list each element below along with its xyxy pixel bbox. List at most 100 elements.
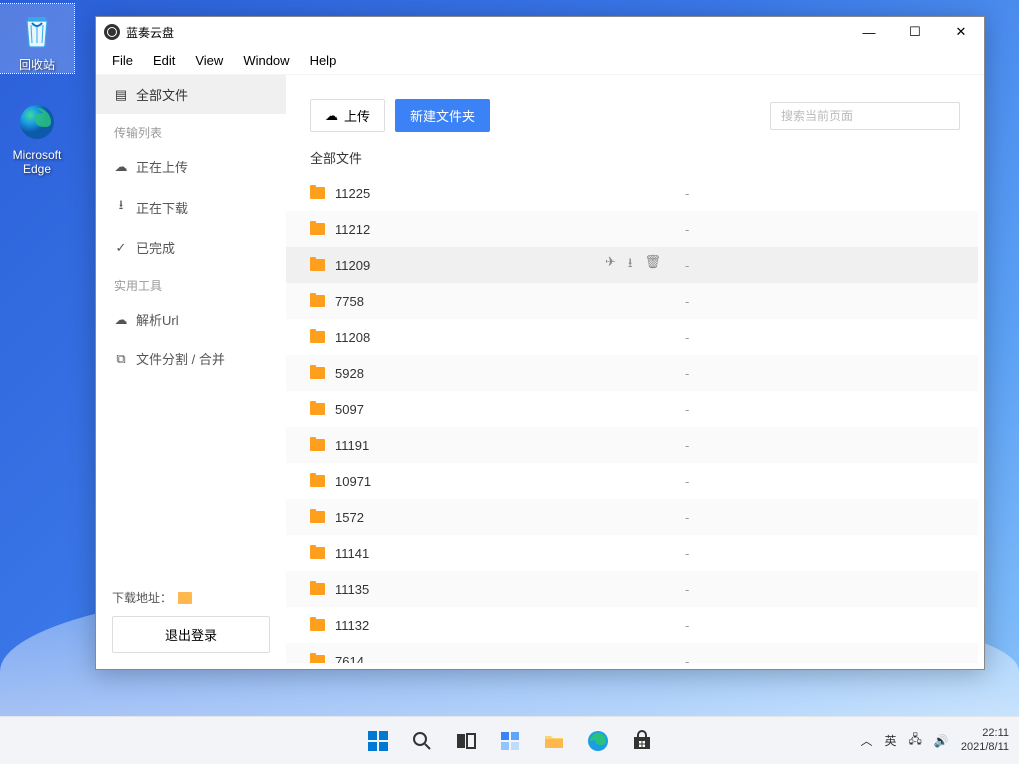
desktop-icon-recycle-bin[interactable]: 回收站: [0, 4, 74, 73]
file-row[interactable]: 5928✈⭳🗑-: [286, 355, 978, 391]
minimize-button[interactable]: —: [846, 17, 892, 47]
breadcrumb[interactable]: 全部文件: [286, 148, 984, 175]
file-name: 1572: [335, 510, 605, 525]
file-row[interactable]: 7614✈⭳🗑-: [286, 643, 978, 663]
taskbar: ︿ 英 🖧 🔊 22:11 2021/8/11: [0, 716, 1019, 764]
menubar: File Edit View Window Help: [96, 47, 984, 75]
logout-button[interactable]: 退出登录: [112, 616, 270, 653]
menu-help[interactable]: Help: [300, 49, 347, 72]
folder-icon: [310, 475, 325, 487]
file-list[interactable]: 11225✈⭳🗑-11212✈⭳🗑-11209✈⭳🗑-7758✈⭳🗑-11208…: [286, 175, 978, 663]
download-icon: ⭳: [114, 196, 128, 218]
tray-network-icon[interactable]: 🖧: [909, 730, 922, 751]
file-row[interactable]: 11132✈⭳🗑-: [286, 607, 978, 643]
folder-icon: [310, 331, 325, 343]
share-icon[interactable]: ✈: [605, 254, 616, 276]
sidebar-item-completed[interactable]: ✓ 已完成: [96, 228, 286, 267]
maximize-button[interactable]: ☐: [892, 17, 938, 47]
delete-icon[interactable]: 🗑: [644, 254, 661, 276]
file-row[interactable]: 1572✈⭳🗑-: [286, 499, 978, 535]
tray-date: 2021/8/11: [961, 741, 1009, 754]
file-row[interactable]: 11191✈⭳🗑-: [286, 427, 978, 463]
sidebar-item-parse-url[interactable]: ☁ 解析Url: [96, 300, 286, 339]
menu-window[interactable]: Window: [233, 49, 299, 72]
folder-icon: [542, 729, 566, 753]
files-icon: ▤: [114, 87, 128, 103]
file-name: 7614: [335, 654, 605, 664]
sidebar-item-file-split[interactable]: ⧉ 文件分割 / 合并: [96, 339, 286, 378]
link-icon: ☁: [114, 312, 128, 328]
file-name: 11135: [335, 582, 605, 597]
file-size: -: [685, 474, 689, 489]
store-icon: [630, 729, 654, 753]
start-button[interactable]: [358, 721, 398, 761]
download-icon[interactable]: ⭳: [628, 254, 633, 276]
file-row[interactable]: 10971✈⭳🗑-: [286, 463, 978, 499]
file-row[interactable]: 11209✈⭳🗑-: [286, 247, 978, 283]
file-name: 11212: [335, 222, 605, 237]
file-size: -: [685, 438, 689, 453]
download-addr-label: 下载地址：: [112, 589, 172, 606]
desktop-icon-label: Microsoft Edge: [0, 148, 74, 176]
taskbar-edge[interactable]: [578, 721, 618, 761]
file-name: 11209: [335, 258, 605, 273]
file-row[interactable]: 11135✈⭳🗑-: [286, 571, 978, 607]
folder-icon: [310, 583, 325, 595]
titlebar[interactable]: 蓝奏云盘 — ☐ ✕: [96, 17, 984, 47]
tray-clock[interactable]: 22:11 2021/8/11: [961, 727, 1009, 753]
upload-button[interactable]: ☁ 上传: [310, 99, 385, 132]
file-name: 11141: [335, 546, 605, 561]
file-row[interactable]: 11225✈⭳🗑-: [286, 175, 978, 211]
menu-file[interactable]: File: [102, 49, 143, 72]
file-size: -: [685, 582, 689, 597]
sidebar-item-label: 文件分割 / 合并: [136, 349, 225, 368]
new-folder-button[interactable]: 新建文件夹: [395, 99, 490, 132]
sidebar-item-label: 已完成: [136, 238, 175, 257]
taskbar-store[interactable]: [622, 721, 662, 761]
recycle-bin-icon: [15, 8, 59, 52]
sidebar-item-uploading[interactable]: ☁ 正在上传: [96, 147, 286, 186]
file-name: 7758: [335, 294, 605, 309]
file-row[interactable]: 5097✈⭳🗑-: [286, 391, 978, 427]
sidebar-item-label: 全部文件: [136, 85, 188, 104]
sidebar-header-tools: 实用工具: [96, 267, 286, 300]
split-icon: ⧉: [114, 351, 128, 367]
file-size: -: [685, 654, 689, 664]
edge-icon: [15, 100, 59, 144]
app-icon: [104, 24, 120, 40]
file-row[interactable]: 11208✈⭳🗑-: [286, 319, 978, 355]
menu-view[interactable]: View: [185, 49, 233, 72]
sidebar: ▤ 全部文件 传输列表 ☁ 正在上传 ⭳ 正在下载 ✓ 已完成 实用工具 ☁ 解…: [96, 75, 286, 669]
sidebar-item-all-files[interactable]: ▤ 全部文件: [96, 75, 286, 114]
file-row[interactable]: 11212✈⭳🗑-: [286, 211, 978, 247]
tray-ime[interactable]: 英: [885, 732, 897, 749]
tray-chevron-up-icon[interactable]: ︿: [861, 732, 873, 749]
file-name: 11208: [335, 330, 605, 345]
search-input[interactable]: [770, 102, 960, 130]
file-row[interactable]: 11141✈⭳🗑-: [286, 535, 978, 571]
desktop-icon-label: 回收站: [0, 56, 74, 73]
sidebar-header-transfer: 传输列表: [96, 114, 286, 147]
taskbar-search[interactable]: [402, 721, 442, 761]
sidebar-item-label: 正在上传: [136, 157, 188, 176]
main-panel: ☁ 上传 新建文件夹 全部文件 11225✈⭳🗑-11212✈⭳🗑- 11209✈…: [286, 75, 984, 669]
file-size: -: [685, 294, 689, 309]
tray-volume-icon[interactable]: 🔊: [934, 734, 949, 748]
taskbar-taskview[interactable]: [446, 721, 486, 761]
check-icon: ✓: [114, 240, 128, 256]
taskbar-explorer[interactable]: [534, 721, 574, 761]
sidebar-item-label: 正在下载: [136, 198, 188, 217]
file-row[interactable]: 7758✈⭳🗑-: [286, 283, 978, 319]
folder-icon: [310, 511, 325, 523]
close-button[interactable]: ✕: [938, 17, 984, 47]
menu-edit[interactable]: Edit: [143, 49, 185, 72]
upload-label: 上传: [344, 106, 370, 125]
download-addr-row[interactable]: 下载地址：: [112, 589, 270, 606]
taskbar-widgets[interactable]: [490, 721, 530, 761]
toolbar: ☁ 上传 新建文件夹: [286, 75, 984, 148]
folder-icon: [310, 403, 325, 415]
folder-icon: [310, 619, 325, 631]
file-name: 11132: [335, 618, 605, 633]
sidebar-item-downloading[interactable]: ⭳ 正在下载: [96, 186, 286, 228]
desktop-icon-edge[interactable]: Microsoft Edge: [0, 96, 74, 176]
